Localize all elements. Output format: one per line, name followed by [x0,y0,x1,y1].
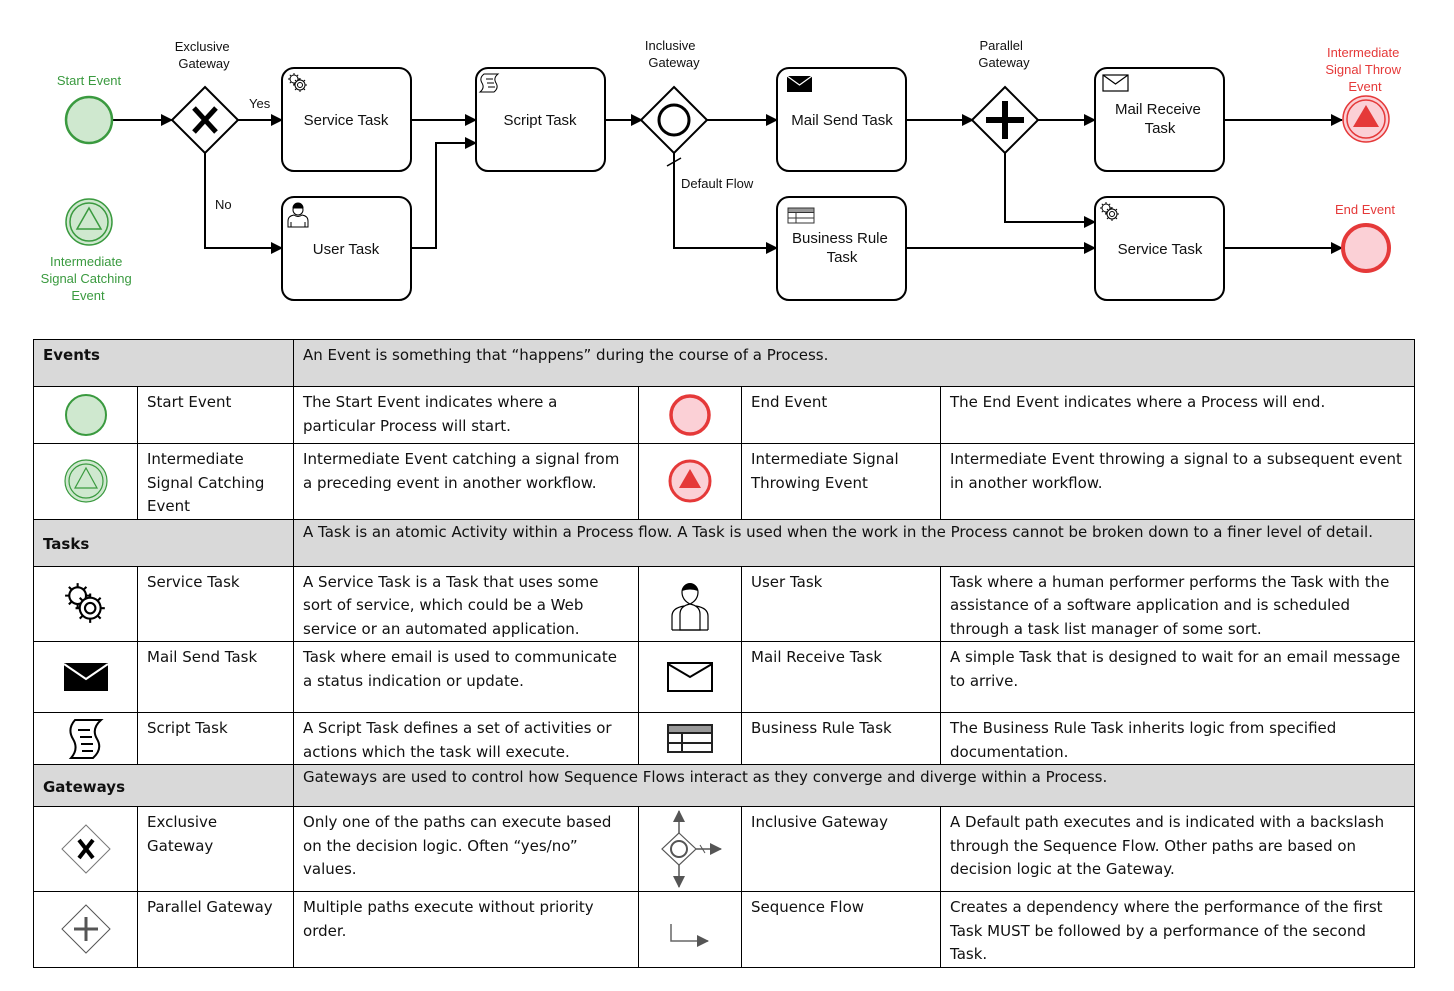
table-row: Exclusive Gateway Only one of the paths … [33,806,1416,892]
element-description: A Default path executes and is indicated… [940,806,1416,892]
flow-user-to-script [411,137,477,249]
inclusive-gateway[interactable] [639,85,709,155]
bpmn-legend-table: Events An Event is something that “happe… [32,339,1416,968]
signal-catch-event[interactable] [65,198,113,246]
element-description: Intermediate Event catching a signal fro… [293,443,640,520]
section-description: A Task is an atomic Activity within a Pr… [293,518,1416,567]
envelope-filled-icon [33,641,138,713]
start-event-icon [33,386,138,444]
gears-icon [33,565,138,642]
envelope-outline-icon [638,641,743,713]
table-icon [638,712,743,765]
flow-parallel-to-service2 [1004,152,1096,228]
section-title: Gateways [32,764,295,807]
element-description: The Start Event indicates where a partic… [293,386,640,444]
parallel-gateway-label: Parallel Gateway [978,38,1030,70]
element-name: Start Event [136,386,295,444]
end-event[interactable] [1341,223,1391,273]
element-description: Creates a dependency where the performan… [940,891,1416,968]
section-header-gateways: Gateways Gateways are used to control ho… [32,764,1416,807]
element-description: A simple Task that is designed to wait f… [940,641,1416,713]
inclusive-gateway-icon [638,806,743,892]
element-name: Business Rule Task [741,712,942,765]
section-description: An Event is something that “happens” dur… [293,339,1416,387]
section-header-events: Events An Event is something that “happe… [32,339,1416,387]
element-description: A Service Task is a Task that uses some … [293,565,640,642]
parallel-gateway[interactable] [970,85,1040,155]
bpmn-process-diagram: Start Event Intermediate Signal Catching… [41,38,1404,303]
element-description: Intermediate Event throwing a signal to … [940,443,1416,520]
end-event-icon [638,386,743,444]
default-flow-label: Default Flow [681,176,754,191]
table-row: Parallel Gateway Multiple paths execute … [33,891,1416,968]
script-task[interactable]: Script Task [475,67,606,172]
element-name: Inclusive Gateway [741,806,942,892]
signal-catch-event-label: Intermediate Signal Catching Event [41,254,136,303]
user-task[interactable]: User Task [281,196,412,301]
svg-text:Service Task: Service Task [1118,241,1203,258]
element-description: Multiple paths execute without priority … [293,891,640,968]
business-rule-task[interactable]: Business Rule Task [776,196,907,301]
inclusive-gateway-label: Inclusive Gateway [645,38,700,70]
element-description: Only one of the paths can execute based … [293,806,640,892]
element-description: The End Event indicates where a Process … [940,386,1416,444]
svg-text:Service Task: Service Task [304,112,389,129]
signal-throw-event-icon [638,443,743,520]
element-name: Mail Receive Task [741,641,942,713]
table-row: Script Task A Script Task defines a set … [33,712,1416,765]
element-name: Mail Send Task [136,641,295,713]
user-icon [638,565,743,642]
exclusive-gateway-label: Exclusive Gateway [175,39,234,71]
element-name: Exclusive Gateway [136,806,295,892]
table-row: Start Event The Start Event indicates wh… [33,386,1416,444]
no-label: No [215,197,232,212]
svg-text:Mail Send Task: Mail Send Task [791,112,893,129]
element-description: Task where email is used to communicate … [293,641,640,713]
envelope-filled-icon [786,75,813,92]
element-name: Script Task [136,712,295,765]
element-name: End Event [741,386,942,444]
svg-text:User Task: User Task [313,241,380,258]
svg-text:Script Task: Script Task [503,112,577,129]
section-description: Gateways are used to control how Sequenc… [293,764,1416,807]
service-task-1[interactable]: Service Task [281,67,412,172]
element-description: The Business Rule Task inherits logic fr… [940,712,1416,765]
mail-receive-task[interactable]: Mail Receive Task [1094,67,1225,172]
flow-inclusive-default [673,152,778,254]
section-title: Events [32,339,295,387]
parallel-gateway-icon [33,891,138,968]
element-name: Intermediate Signal Catching Event [136,443,295,520]
section-header-tasks: Tasks A Task is an atomic Activity withi… [32,518,1416,567]
mail-send-task[interactable]: Mail Send Task [776,67,907,172]
element-name: Sequence Flow [741,891,942,968]
sequence-flow-icon [638,891,743,968]
signal-throw-event[interactable] [1342,95,1390,143]
signal-throw-event-label: Intermediate Signal Throw Event [1325,45,1404,94]
start-event-label: Start Event [57,73,122,88]
end-event-label: End Event [1335,202,1395,217]
signal-catch-event-icon [33,443,138,520]
script-icon [33,712,138,765]
exclusive-gateway[interactable] [170,85,240,155]
yes-label: Yes [249,96,271,111]
element-name: User Task [741,565,942,642]
table-row: Intermediate Signal Catching Event Inter… [33,443,1416,520]
element-description: A Script Task defines a set of activitie… [293,712,640,765]
table-row: Service Task A Service Task is a Task th… [33,565,1416,642]
section-title: Tasks [32,518,295,567]
element-description: Task where a human performer performs th… [940,565,1416,642]
element-name: Service Task [136,565,295,642]
exclusive-gateway-icon [33,806,138,892]
service-task-2[interactable]: Service Task [1094,196,1225,301]
element-name: Intermediate Signal Throwing Event [741,443,942,520]
start-event[interactable] [64,95,114,145]
element-name: Parallel Gateway [136,891,295,968]
table-row: Mail Send Task Task where email is used … [33,641,1416,713]
